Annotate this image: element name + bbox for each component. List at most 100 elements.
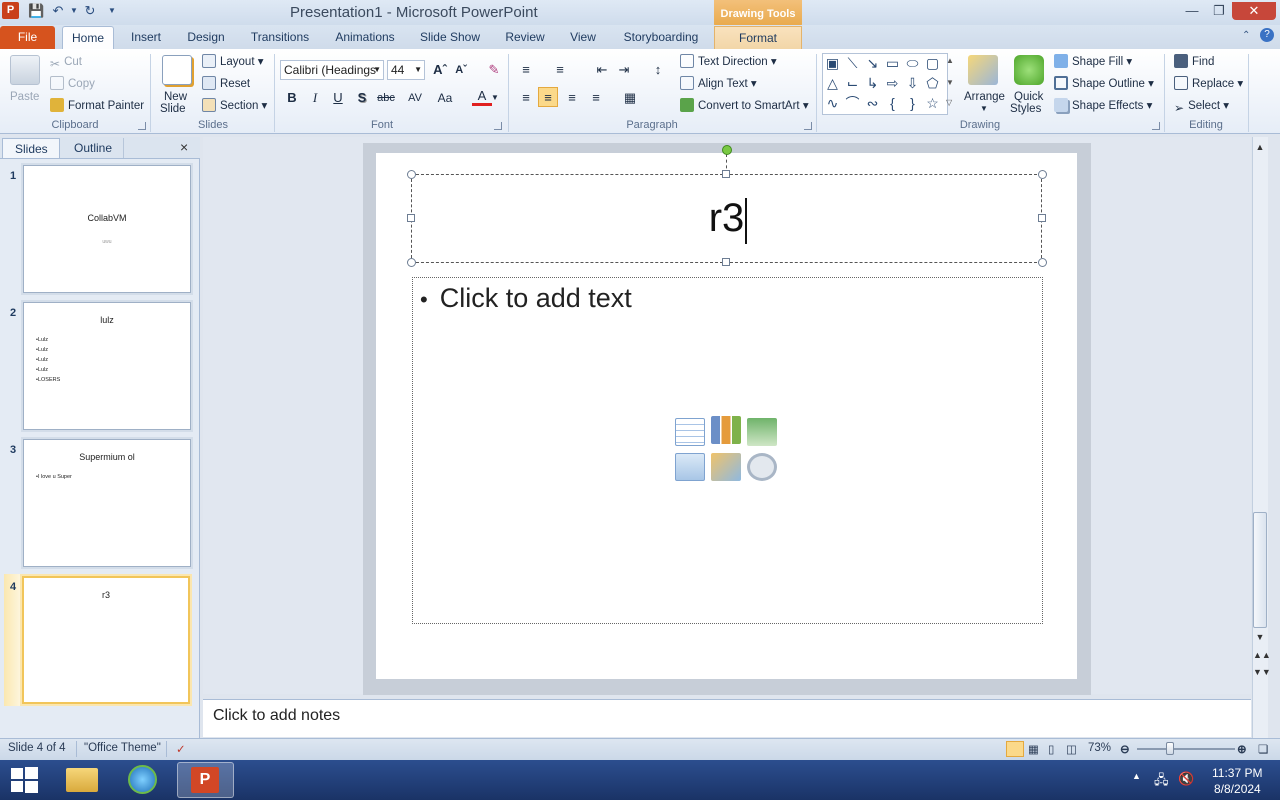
arc-shape-icon[interactable]: ⌒	[844, 95, 861, 112]
show-hidden-icons-icon[interactable]: ▲	[1132, 771, 1141, 781]
tab-design[interactable]: Design	[181, 26, 231, 49]
slide-title-text[interactable]: r3	[411, 196, 1042, 241]
start-button[interactable]	[8, 764, 40, 796]
file-explorer-taskbar-button[interactable]	[56, 762, 108, 798]
powerpoint-taskbar-button[interactable]: P	[177, 762, 234, 798]
text-direction-button[interactable]: Text Direction ▾	[680, 54, 777, 70]
new-slide-label-2[interactable]: Slide	[160, 101, 186, 117]
clipboard-dialog-launcher[interactable]	[138, 122, 146, 130]
font-name-combo[interactable]: Calibri (Headings ▼	[280, 60, 384, 80]
shape-outline-button[interactable]: Shape Outline ▾	[1054, 76, 1154, 92]
tab-file[interactable]: File	[0, 26, 55, 49]
columns-icon[interactable]: ▦	[620, 88, 640, 108]
browser-taskbar-button[interactable]	[116, 762, 168, 798]
slide-show-view-icon[interactable]: ◫	[1066, 742, 1077, 756]
section-button[interactable]: Section ▾	[202, 98, 267, 114]
content-placeholder-text[interactable]: • Click to add text	[420, 283, 632, 314]
text-shadow-button[interactable]: S	[352, 88, 372, 108]
scrollbar-thumb[interactable]	[1253, 512, 1267, 628]
align-right-icon[interactable]: ≡	[562, 88, 582, 108]
right-brace-shape-icon[interactable]: }	[904, 95, 921, 112]
previous-slide-icon[interactable]: ▲▲	[1253, 648, 1271, 662]
tab-home[interactable]: Home	[62, 26, 114, 49]
new-slide-icon[interactable]	[162, 55, 192, 85]
insert-chart-icon[interactable]	[711, 416, 741, 444]
paragraph-dialog-launcher[interactable]	[804, 122, 812, 130]
powerpoint-app-icon[interactable]: P	[2, 2, 19, 19]
italic-button[interactable]: I	[305, 88, 325, 108]
help-icon[interactable]: ?	[1260, 28, 1274, 42]
line-spacing-icon[interactable]: ↕	[648, 60, 668, 80]
oval-shape-icon[interactable]: ⬭	[904, 55, 921, 72]
shape-fill-button[interactable]: Shape Fill ▾	[1054, 54, 1132, 70]
quick-styles-icon[interactable]	[1014, 55, 1044, 85]
tab-insert[interactable]: Insert	[123, 26, 169, 49]
elbow-arrow-shape-icon[interactable]: ↳	[864, 75, 881, 92]
curve-shape-icon[interactable]: ∾	[864, 95, 881, 112]
undo-dropdown-icon[interactable]: ▼	[66, 3, 82, 19]
repeat-icon[interactable]: ↻	[82, 3, 98, 19]
font-color-button[interactable]: A	[472, 86, 492, 106]
tab-view[interactable]: View	[562, 26, 604, 49]
tab-review[interactable]: Review	[500, 26, 550, 49]
shrink-font-icon[interactable]: Aˇ	[451, 60, 471, 80]
convert-to-smartart-button[interactable]: Convert to SmartArt ▾	[680, 98, 809, 114]
line-shape-icon[interactable]: ⟍	[844, 55, 861, 72]
spell-check-icon[interactable]: ✓	[176, 742, 186, 756]
close-pane-icon[interactable]: ×	[180, 139, 188, 155]
slide-thumbnail-4[interactable]: r3	[22, 576, 190, 704]
tab-slide-show[interactable]: Slide Show	[414, 26, 486, 49]
numbering-icon[interactable]: ≡	[550, 60, 570, 80]
cut-button[interactable]: ✂ Cut	[50, 54, 82, 71]
clear-formatting-icon[interactable]: ✎	[484, 60, 504, 80]
bullets-icon[interactable]: ≡	[516, 60, 536, 80]
slide-sorter-icon[interactable]: ▦	[1028, 742, 1039, 756]
scroll-down-icon[interactable]: ▼	[1253, 630, 1267, 644]
font-dialog-launcher[interactable]	[494, 122, 502, 130]
tab-format[interactable]: Format	[714, 26, 802, 49]
paste-icon[interactable]	[10, 55, 40, 85]
theme-name[interactable]: "Office Theme"	[84, 742, 161, 754]
clock-time[interactable]: 11:37 PM	[1212, 766, 1262, 780]
undo-icon[interactable]: ↶	[50, 3, 66, 19]
zoom-slider[interactable]	[1137, 748, 1235, 750]
content-placeholder[interactable]	[412, 277, 1043, 624]
format-painter-button[interactable]: Format Painter	[50, 98, 144, 114]
rounded-rectangle-shape-icon[interactable]: ▢	[924, 55, 941, 72]
tab-slides[interactable]: Slides	[2, 138, 60, 158]
zoom-out-icon[interactable]: ⊖	[1120, 742, 1130, 756]
zoom-level[interactable]: 73%	[1088, 742, 1111, 754]
tab-animations[interactable]: Animations	[330, 26, 400, 49]
change-case-button[interactable]: Aa	[432, 88, 458, 108]
network-icon[interactable]: 🖧	[1154, 771, 1169, 793]
volume-muted-icon[interactable]: 🔇	[1178, 771, 1194, 787]
insert-media-clip-icon[interactable]	[747, 453, 777, 481]
gallery-more-icon[interactable]: ▽	[946, 98, 952, 107]
rotation-handle[interactable]	[722, 145, 732, 155]
insert-picture-icon[interactable]	[675, 453, 705, 481]
resize-handle-bottom[interactable]	[722, 258, 730, 266]
notes-pane[interactable]	[203, 699, 1251, 737]
character-spacing-button[interactable]: AV	[402, 88, 428, 108]
chevron-down-icon[interactable]: ▼	[490, 88, 500, 108]
resize-handle-bottom-right[interactable]	[1038, 258, 1047, 267]
resize-handle-right[interactable]	[1038, 214, 1046, 222]
align-text-button[interactable]: Align Text ▾	[680, 76, 757, 92]
save-icon[interactable]: 💾	[28, 3, 44, 19]
zoom-in-icon[interactable]: ⊕	[1237, 742, 1247, 756]
replace-button[interactable]: Replace ▾	[1174, 76, 1243, 92]
resize-handle-top-left[interactable]	[407, 170, 416, 179]
tab-outline[interactable]: Outline	[62, 138, 124, 158]
justify-icon[interactable]: ≡	[586, 88, 606, 108]
resize-handle-left[interactable]	[407, 214, 415, 222]
minimize-button[interactable]: —	[1178, 2, 1206, 20]
resize-handle-top-right[interactable]	[1038, 170, 1047, 179]
align-left-icon[interactable]: ≡	[516, 88, 536, 108]
strikethrough-button[interactable]: abc	[374, 88, 398, 108]
shape-effects-button[interactable]: Shape Effects ▾	[1054, 98, 1152, 114]
resize-handle-bottom-left[interactable]	[407, 258, 416, 267]
arrange-icon[interactable]	[968, 55, 998, 85]
grow-font-icon[interactable]: Aˆ	[430, 60, 450, 80]
increase-indent-icon[interactable]: ⇥	[614, 60, 634, 80]
customize-quick-access-icon[interactable]: ▼	[104, 3, 120, 19]
